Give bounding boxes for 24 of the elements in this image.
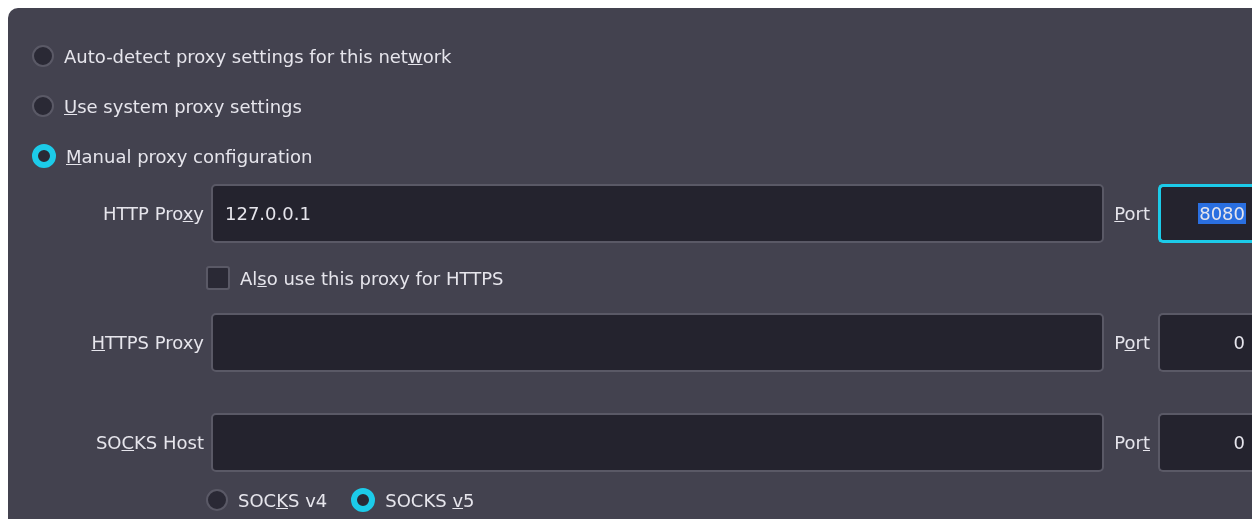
port-label: Port	[1113, 432, 1151, 453]
radio-label[interactable]: Manual proxy configuration	[66, 145, 313, 167]
radio-label[interactable]: Auto-detect proxy settings for this network	[64, 45, 452, 67]
radio-label[interactable]: Use system proxy settings	[64, 95, 302, 117]
radio-label[interactable]: SOCKS v4	[238, 489, 328, 511]
port-field[interactable]: 0	[1158, 313, 1252, 372]
field-label: HTTPS Proxy	[90, 332, 205, 353]
field-label: SOCKS Host	[94, 432, 205, 453]
text-field[interactable]	[211, 313, 1105, 372]
port-field[interactable]: 0	[1158, 413, 1252, 472]
radio-label[interactable]: SOCKS v5	[385, 489, 475, 511]
port-field[interactable]: 8080	[1158, 184, 1252, 243]
radio-button[interactable]	[206, 489, 228, 511]
text-field[interactable]	[211, 413, 1105, 472]
field-label: HTTP Proxy	[101, 203, 205, 224]
radio-button[interactable]	[32, 95, 54, 117]
radio-button[interactable]	[351, 488, 376, 512]
port-label: Port	[1113, 203, 1151, 224]
radio-button[interactable]	[32, 144, 56, 168]
port-label: Port	[1113, 332, 1151, 353]
text-field[interactable]: 127.0.0.1	[211, 184, 1105, 243]
checkbox-label[interactable]: Also use this proxy for HTTPS	[240, 267, 504, 289]
radio-button[interactable]	[32, 45, 54, 67]
checkbox[interactable]	[206, 266, 230, 290]
